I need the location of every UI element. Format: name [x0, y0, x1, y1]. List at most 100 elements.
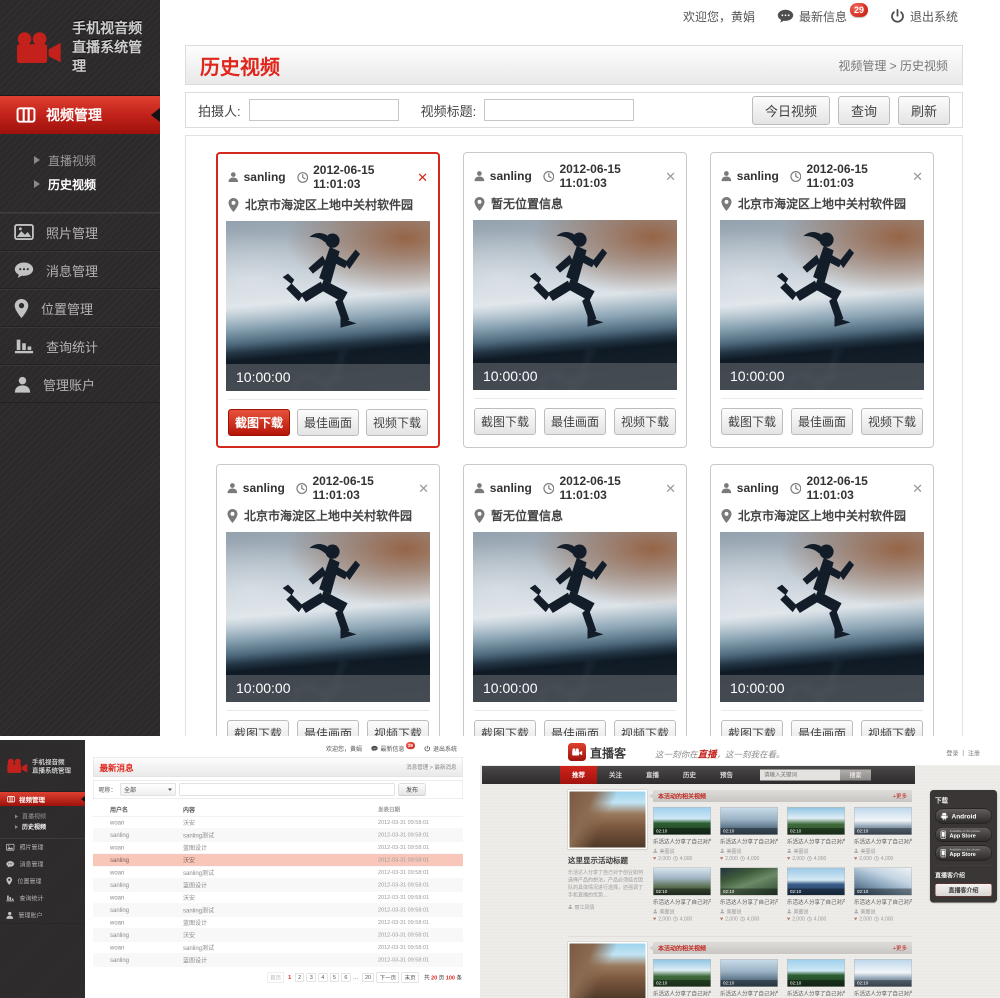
sidebar-item-message-mgmt[interactable]: 消息管理: [0, 251, 160, 289]
screenshot-download-button[interactable]: 截图下载: [227, 720, 289, 736]
refresh-button[interactable]: 刷新: [898, 96, 950, 125]
video-thumbnail[interactable]: 02:10: [787, 807, 845, 835]
pager-page-current[interactable]: 1: [287, 974, 293, 982]
more-link[interactable]: +更多: [893, 792, 907, 800]
sidebar-item-location-mgmt[interactable]: 位置管理: [0, 289, 160, 327]
video-download-button[interactable]: 视频下载: [367, 720, 429, 736]
site-video-card[interactable]: 02:10 乐活达人分享了自己对产品: [787, 959, 845, 998]
nickname-select[interactable]: 全部: [121, 784, 176, 796]
sidebar-item-video-mgmt[interactable]: 视频管理: [0, 96, 160, 134]
table-row[interactable]: woan sanling测试 2012-03-31 09:58:01: [93, 867, 463, 880]
table-row[interactable]: woan 沃安 2012-03-31 09:58:01: [93, 817, 463, 830]
mini-sidebar-item-stats[interactable]: 查询统计: [0, 890, 85, 907]
video-thumbnail[interactable]: 02:10: [854, 959, 912, 987]
close-icon[interactable]: ✕: [665, 170, 676, 183]
best-frame-button[interactable]: 最佳画面: [297, 409, 359, 436]
register-link[interactable]: 注册: [968, 749, 980, 758]
screenshot-download-button[interactable]: 截图下载: [721, 408, 783, 435]
video-thumbnail[interactable]: 10:00:00: [720, 220, 924, 390]
pager-first[interactable]: 首页: [267, 973, 284, 983]
shooter-input[interactable]: [249, 99, 399, 121]
mini-sidebar-item-message-mgmt[interactable]: 消息管理: [0, 856, 85, 873]
appstore-download-button[interactable]: Available on the phoneApp Store: [935, 846, 992, 861]
video-download-button[interactable]: 视频下载: [861, 720, 923, 736]
activity-photo[interactable]: [568, 942, 647, 998]
video-thumbnail[interactable]: 10:00:00: [473, 532, 677, 702]
screenshot-download-button[interactable]: 截图下载: [474, 408, 536, 435]
mini-sidebar-item-location-mgmt[interactable]: 位置管理: [0, 873, 85, 890]
best-frame-button[interactable]: 最佳画面: [297, 720, 359, 736]
screenshot-download-button[interactable]: 截图下载: [721, 720, 783, 736]
video-thumbnail[interactable]: 10:00:00: [226, 221, 430, 391]
search-button[interactable]: 搜索: [840, 770, 871, 781]
video-download-button[interactable]: 视频下载: [614, 720, 676, 736]
tab-follow[interactable]: 关注: [597, 766, 634, 784]
site-video-card[interactable]: 02:10 乐活达人分享了自己对产品 美图说 ♥2,0004,000: [787, 868, 845, 923]
mini-sidebar-item-live-video[interactable]: 直播视频: [15, 811, 85, 822]
video-title-input[interactable]: [484, 99, 634, 121]
best-frame-button[interactable]: 最佳画面: [791, 408, 853, 435]
close-icon[interactable]: ✕: [912, 170, 923, 183]
latest-messages-link[interactable]: 最新信息 29: [371, 744, 415, 753]
tab-preview[interactable]: 预告: [708, 766, 745, 784]
video-thumbnail[interactable]: 10:00:00: [720, 532, 924, 702]
video-download-button[interactable]: 视频下载: [861, 408, 923, 435]
sidebar-item-account-mgmt[interactable]: 管理账户: [0, 365, 160, 403]
screenshot-download-button[interactable]: 截图下载: [228, 409, 290, 436]
video-thumbnail[interactable]: 02:10: [720, 868, 778, 896]
table-row[interactable]: sanling 蓝图设计 2012-03-31 09:58:01: [93, 879, 463, 892]
close-icon[interactable]: ✕: [912, 482, 923, 495]
mini-sidebar-item-video-mgmt[interactable]: 视频管理: [0, 792, 85, 806]
screenshot-download-button[interactable]: 截图下载: [474, 720, 536, 736]
mini-sidebar-item-history-video[interactable]: 历史视频: [15, 822, 85, 833]
query-button[interactable]: 查询: [838, 96, 890, 125]
site-video-card[interactable]: 02:10 乐活达人分享了自己对产品 美图说 ♥2,0004,000: [854, 807, 912, 862]
table-row[interactable]: sanling 蓝图设计 2012-03-31 09:58:01: [93, 954, 463, 967]
pager-next[interactable]: 下一页: [377, 973, 400, 983]
pager-page[interactable]: 4: [318, 974, 327, 982]
pager-last[interactable]: 末页: [402, 973, 419, 983]
video-thumbnail[interactable]: 02:10: [720, 807, 778, 835]
video-thumbnail[interactable]: 02:10: [854, 807, 912, 835]
best-frame-button[interactable]: 最佳画面: [791, 720, 853, 736]
video-card[interactable]: sanling 2012-06-15 11:01:03 ✕ 暂无位置信息: [463, 464, 687, 736]
table-row[interactable]: sanling 沃安 2012-03-31 09:58:01: [93, 929, 463, 942]
sidebar-item-stats[interactable]: 查询统计: [0, 327, 160, 365]
video-thumbnail[interactable]: 02:10: [653, 807, 711, 835]
site-video-card[interactable]: 02:10 乐活达人分享了自己对产品 美图说 ♥2,0004,000: [720, 868, 778, 923]
logout-link[interactable]: 退出系统: [424, 744, 457, 753]
message-input[interactable]: [180, 784, 395, 796]
video-card[interactable]: sanling 2012-06-15 11:01:03 ✕ 暂无位置信息: [463, 152, 687, 448]
close-icon[interactable]: ✕: [665, 482, 676, 495]
video-card[interactable]: sanling 2012-06-15 11:01:03 ✕ 北京市海淀区上地中关…: [710, 152, 934, 448]
site-video-card[interactable]: 02:10 乐活达人分享了自己对产品 美图说 ♥2,0004,000: [653, 807, 711, 862]
video-download-button[interactable]: 视频下载: [614, 408, 676, 435]
activity-photo[interactable]: [568, 790, 647, 849]
table-row[interactable]: sanling sanling测试 2012-03-31 09:58:01: [93, 829, 463, 842]
site-video-card[interactable]: 02:10 乐活达人分享了自己对产品: [653, 959, 711, 998]
video-thumbnail[interactable]: 10:00:00: [473, 220, 677, 390]
table-row[interactable]: woan 沃安 2012-03-31 09:58:01: [93, 892, 463, 905]
android-download-button[interactable]: Android: [935, 809, 992, 824]
close-icon[interactable]: ✕: [417, 171, 428, 184]
table-row[interactable]: woan 蓝图设计 2012-03-31 09:58:01: [93, 842, 463, 855]
video-thumbnail[interactable]: 02:10: [653, 868, 711, 896]
pager-page[interactable]: 3: [307, 974, 316, 982]
best-frame-button[interactable]: 最佳画面: [544, 720, 606, 736]
table-row[interactable]: woan sanling测试 2012-03-31 09:58:01: [93, 942, 463, 955]
site-video-card[interactable]: 02:10 乐活达人分享了自己对产品 美图说 ♥2,0004,000: [653, 868, 711, 923]
video-thumbnail[interactable]: 02:10: [854, 868, 912, 896]
site-video-card[interactable]: 02:10 乐活达人分享了自己对产品 美图说 ♥2,0004,000: [787, 807, 845, 862]
login-link[interactable]: 登录: [946, 749, 958, 758]
pager-page[interactable]: 2: [295, 974, 304, 982]
mini-sidebar-item-account-mgmt[interactable]: 管理账户: [0, 907, 85, 924]
site-video-card[interactable]: 02:10 乐活达人分享了自己对产品 美图说 ♥2,0004,000: [854, 868, 912, 923]
table-row[interactable]: sanling sanling测试 2012-03-31 09:58:01: [93, 904, 463, 917]
logout-link[interactable]: 退出系统: [890, 8, 958, 25]
tab-live[interactable]: 直播: [634, 766, 671, 784]
best-frame-button[interactable]: 最佳画面: [544, 408, 606, 435]
appstore-download-button[interactable]: Available on the phoneApp Store: [935, 827, 992, 842]
sidebar-item-live-video[interactable]: 直播视频: [34, 148, 160, 172]
tab-recommend[interactable]: 推荐: [560, 766, 597, 784]
video-card[interactable]: sanling 2012-06-15 11:01:03 ✕ 北京市海淀区上地中关…: [216, 464, 440, 736]
